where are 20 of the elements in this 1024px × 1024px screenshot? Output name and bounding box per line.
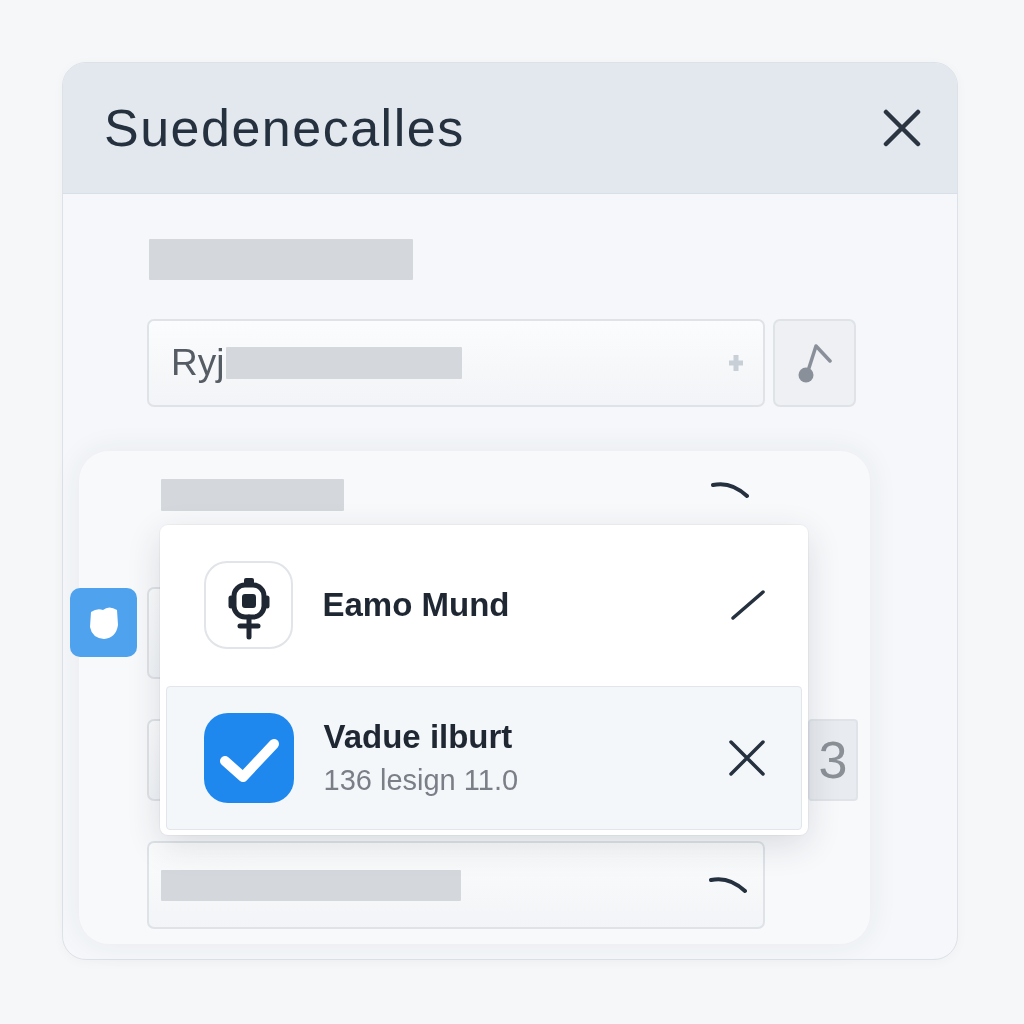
menu-item[interactable]: Eamo Mund xyxy=(159,524,808,685)
select-field[interactable] xyxy=(147,841,765,929)
slash-icon xyxy=(730,589,765,620)
option-subtitle: 136 lesign 11.0 xyxy=(323,763,519,797)
count-display: 3 xyxy=(808,719,858,801)
pin-button[interactable] xyxy=(773,319,856,407)
checkbox-icon xyxy=(203,712,294,803)
webcam-icon xyxy=(203,560,293,649)
text-input[interactable]: Ryj xyxy=(147,319,765,407)
pin-icon xyxy=(797,343,832,383)
option-title: Eamo Mund xyxy=(322,585,510,624)
plus-icon xyxy=(727,353,745,373)
arc-icon xyxy=(709,876,747,894)
close-button[interactable] xyxy=(883,109,921,147)
arc-icon xyxy=(711,481,749,499)
close-icon xyxy=(883,109,921,147)
option-title: Vadue ilburt xyxy=(323,718,513,756)
dialog-title: Suedenecalles xyxy=(104,98,466,158)
close-icon xyxy=(728,739,765,776)
menu-item[interactable]: Vadue ilburt 136 lesign 11.0 xyxy=(165,685,802,830)
